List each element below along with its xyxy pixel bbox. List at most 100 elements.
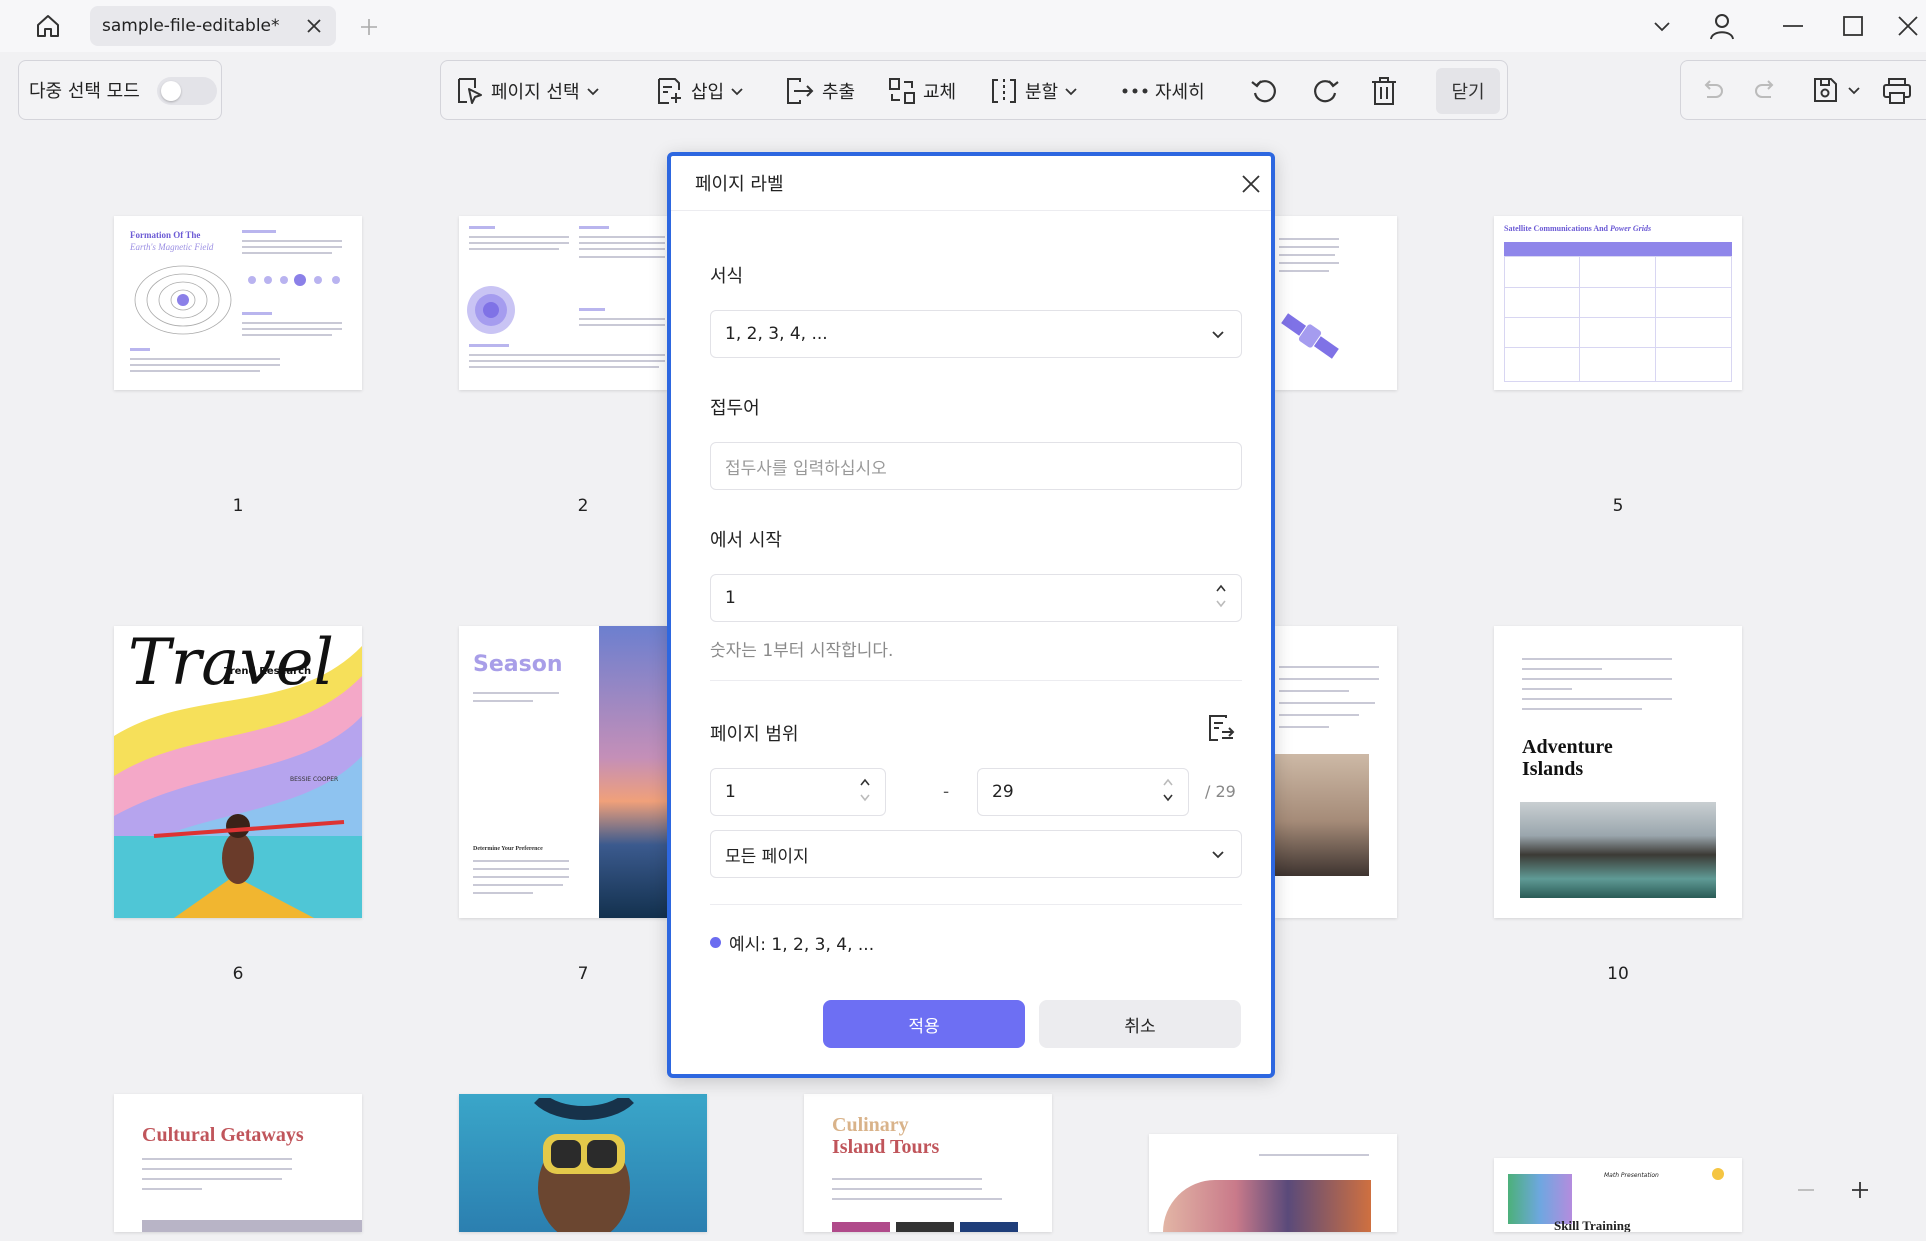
user-icon [1710, 14, 1734, 40]
page-thumbnail-9[interactable] [1275, 626, 1397, 918]
page-5-title: Satellite Communications And Power Grids [1504, 224, 1652, 233]
maximize-button[interactable] [1835, 10, 1871, 42]
printer-icon [1883, 78, 1911, 104]
minus-icon [1798, 1189, 1814, 1191]
page-thumbnail-10[interactable]: Adventure Islands [1494, 626, 1742, 918]
extract-button[interactable]: 추출 [784, 71, 855, 111]
chevron-down-icon[interactable] [1215, 599, 1227, 609]
chevron-down-icon [1212, 331, 1224, 339]
page-6-label: Trend Research [224, 666, 312, 677]
minimize-button[interactable] [1775, 10, 1811, 42]
chevron-up-icon[interactable] [1215, 583, 1227, 593]
split-label: 분할 [1025, 82, 1059, 103]
page-number-7: 7 [577, 964, 589, 984]
extract-label: 추출 [822, 82, 856, 103]
undo-button[interactable] [1699, 77, 1725, 103]
save-button[interactable] [1811, 75, 1861, 105]
start-number-input[interactable]: 1 [710, 574, 1242, 622]
start-label: 에서 시작 [710, 530, 782, 551]
minimize-icon [1783, 25, 1803, 27]
page-13-title: Culinary Island Tours [832, 1114, 940, 1158]
prefix-input[interactable]: 접두사를 입력하십시오 [710, 442, 1242, 490]
rock-arch-photo [1520, 802, 1716, 898]
account-button[interactable] [1704, 10, 1740, 42]
window-close-button[interactable] [1890, 10, 1926, 42]
page-thumbnail-5[interactable]: Satellite Communications And Power Grids [1494, 216, 1742, 390]
example-preview: 예시: 1, 2, 3, 4, ... [710, 930, 874, 955]
chevron-down-icon[interactable] [859, 793, 871, 803]
split-button[interactable]: 분할 [989, 71, 1078, 111]
page-thumbnail-11[interactable]: Cultural Getaways [114, 1094, 362, 1232]
range-separator: - [943, 782, 950, 802]
range-from-stepper[interactable] [859, 777, 871, 803]
range-scope-select[interactable]: 모든 페이지 [710, 830, 1242, 878]
range-to-input[interactable]: 29 [977, 768, 1189, 816]
range-to-stepper[interactable] [1162, 777, 1174, 803]
format-value: 1, 2, 3, 4, ... [725, 324, 828, 344]
dialog-title: 페이지 라벨 [695, 174, 784, 195]
dialog-close-button[interactable] [1237, 170, 1265, 198]
page-thumbnail-2[interactable] [459, 216, 667, 390]
page-thumbnail-15[interactable]: Math Presentation Skill Training [1494, 1158, 1742, 1232]
rotate-left-button[interactable] [1249, 71, 1281, 111]
page-thumbnail-4[interactable] [1275, 216, 1397, 390]
plus-icon [361, 19, 377, 35]
more-button[interactable]: 자세히 [1121, 71, 1205, 111]
page-thumbnail-6[interactable]: Travel Trend Research BESSIE COOPER [114, 626, 362, 918]
chevron-down-icon [1065, 88, 1077, 96]
start-value: 1 [725, 588, 736, 608]
page-toolbar: 페이지 선택 삽입 추출 교체 분할 자세히 [440, 60, 1508, 120]
close-toolbar-label: 닫기 [1451, 82, 1485, 103]
insert-page-icon [658, 78, 681, 104]
page-1-subtitle: Earth's Magnetic Field [130, 242, 214, 252]
apply-button[interactable]: 적용 [823, 1000, 1025, 1048]
maximize-icon [1843, 16, 1863, 36]
print-button[interactable] [1881, 75, 1913, 107]
close-toolbar-button[interactable]: 닫기 [1436, 68, 1500, 114]
page-6-author: BESSIE COOPER [290, 776, 339, 783]
extract-icon [787, 78, 814, 104]
range-from-input[interactable]: 1 [710, 768, 886, 816]
page-thumbnail-13[interactable]: Culinary Island Tours [804, 1094, 1052, 1232]
cancel-button[interactable]: 취소 [1039, 1000, 1241, 1048]
insert-button[interactable]: 삽입 [655, 71, 744, 111]
close-icon [307, 19, 321, 33]
tab-close-button[interactable] [304, 16, 324, 36]
start-stepper[interactable] [1215, 583, 1227, 609]
page-thumbnail-7[interactable]: Season Determine Your Preference [459, 626, 667, 918]
redo-button[interactable] [1753, 77, 1779, 103]
document-tab[interactable]: sample-file-editable* [90, 6, 336, 46]
page-11-title: Cultural Getaways [142, 1124, 304, 1146]
example-text: 예시: 1, 2, 3, 4, ... [729, 935, 875, 955]
format-label: 서식 [710, 266, 744, 287]
tabs-dropdown-button[interactable] [1644, 10, 1680, 42]
page-select-button[interactable]: 페이지 선택 [455, 71, 600, 111]
page-thumbnail-1[interactable]: Formation Of The Earth's Magnetic Field [114, 216, 362, 390]
page-7-title: Season [473, 652, 563, 677]
replace-label: 교체 [923, 82, 957, 103]
rotate-right-button[interactable] [1309, 71, 1341, 111]
format-select[interactable]: 1, 2, 3, 4, ... [710, 310, 1242, 358]
landscape-photo [1163, 1180, 1371, 1232]
home-icon [37, 15, 59, 37]
range-reset-button[interactable] [1206, 712, 1236, 744]
zoom-out-button[interactable] [1796, 1180, 1816, 1200]
home-button[interactable] [30, 10, 66, 42]
page-thumbnail-14[interactable] [1149, 1134, 1397, 1232]
sea-stack-photo [1275, 754, 1369, 876]
delete-button[interactable] [1369, 71, 1399, 111]
page-label-dialog: 페이지 라벨 서식 1, 2, 3, 4, ... 접두어 접두사를 입력하십시… [667, 152, 1275, 1078]
chevron-down-icon[interactable] [1162, 793, 1174, 803]
new-tab-button[interactable] [356, 14, 382, 40]
chevron-down-icon [586, 88, 599, 96]
title-bar: sample-file-editable* [0, 0, 1926, 52]
multi-select-toggle[interactable] [157, 77, 217, 105]
chevron-up-icon[interactable] [859, 777, 871, 787]
chevron-up-icon[interactable] [1162, 777, 1174, 787]
page-15-title: Skill Training [1554, 1218, 1631, 1232]
replace-button[interactable]: 교체 [887, 71, 956, 111]
zoom-in-button[interactable] [1850, 1180, 1870, 1200]
more-horizontal-icon [1122, 88, 1148, 94]
close-icon [1242, 175, 1260, 193]
page-thumbnail-12[interactable] [459, 1094, 707, 1232]
